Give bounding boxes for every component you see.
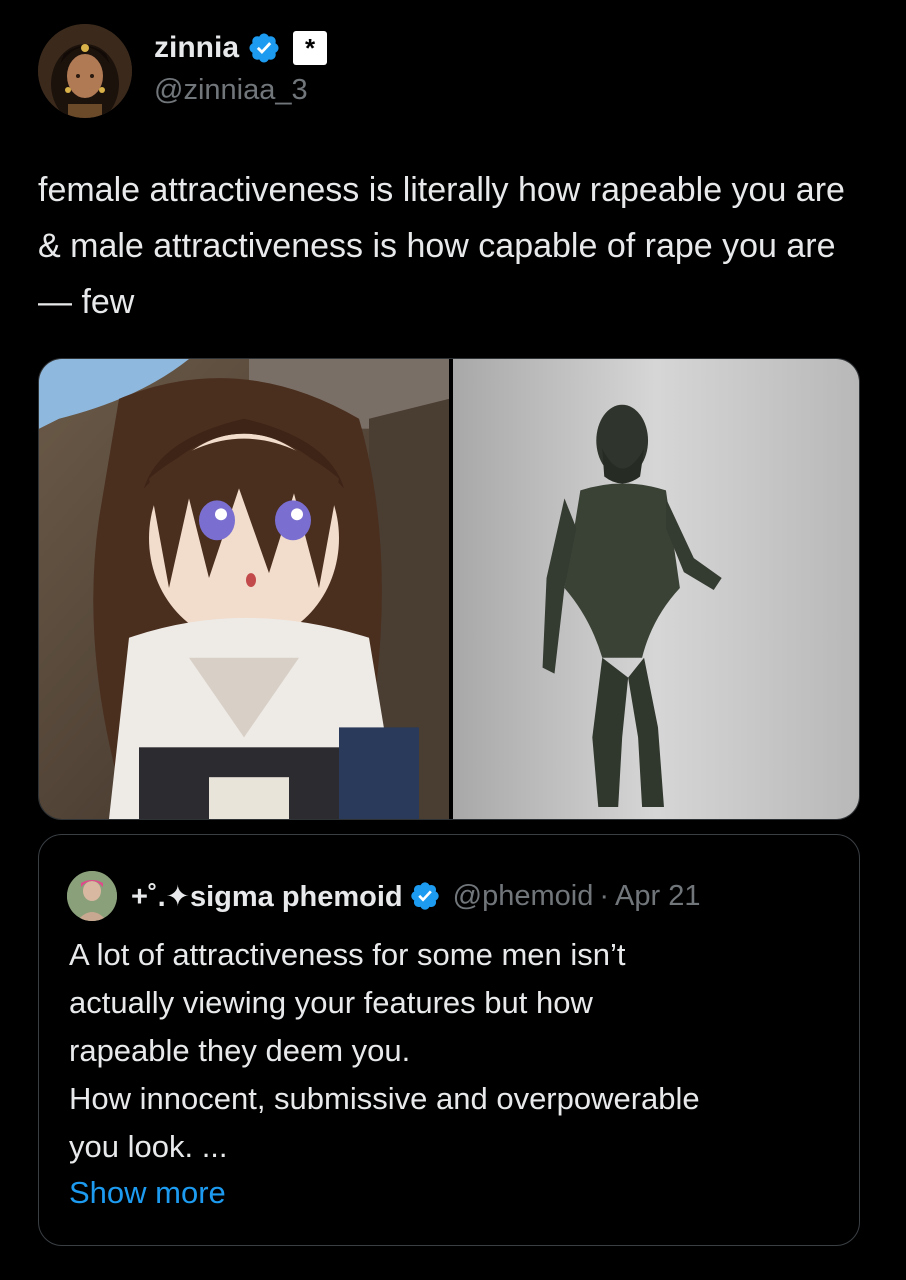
tweet-text: female attractiveness is literally how r… — [38, 171, 845, 321]
bronze-statue-image[interactable] — [453, 359, 859, 819]
tweet-media[interactable] — [38, 358, 860, 820]
tweet-header: zinnia * @zinniaa_3 — [38, 24, 328, 118]
quoted-tweet-date[interactable]: Apr 21 — [615, 880, 700, 913]
quoted-author-handle[interactable]: @phemoid — [453, 880, 594, 913]
quoted-tweet-header: +˚.✦sigma phemoid @phemoid · Apr 21 — [67, 871, 700, 921]
quoted-tweet[interactable]: +˚.✦sigma phemoid @phemoid · Apr 21 A lo… — [38, 834, 860, 1246]
author-display-name[interactable]: zinnia — [154, 31, 239, 65]
asterisk-badge-icon[interactable]: * — [293, 31, 328, 65]
author-avatar[interactable] — [38, 24, 132, 118]
author-handle[interactable]: @zinniaa_3 — [154, 74, 327, 107]
verified-badge-icon — [410, 882, 439, 910]
quoted-author-display-name[interactable]: +˚.✦sigma phemoid — [131, 879, 403, 914]
verified-badge-icon — [249, 33, 279, 63]
quoted-tweet-text: A lot of attractiveness for some men isn… — [69, 937, 700, 1164]
quoted-author-avatar[interactable] — [67, 871, 117, 921]
show-more-link[interactable]: Show more — [69, 1169, 226, 1217]
dot-separator: · — [599, 879, 610, 912]
anime-girl-image[interactable] — [39, 359, 449, 819]
